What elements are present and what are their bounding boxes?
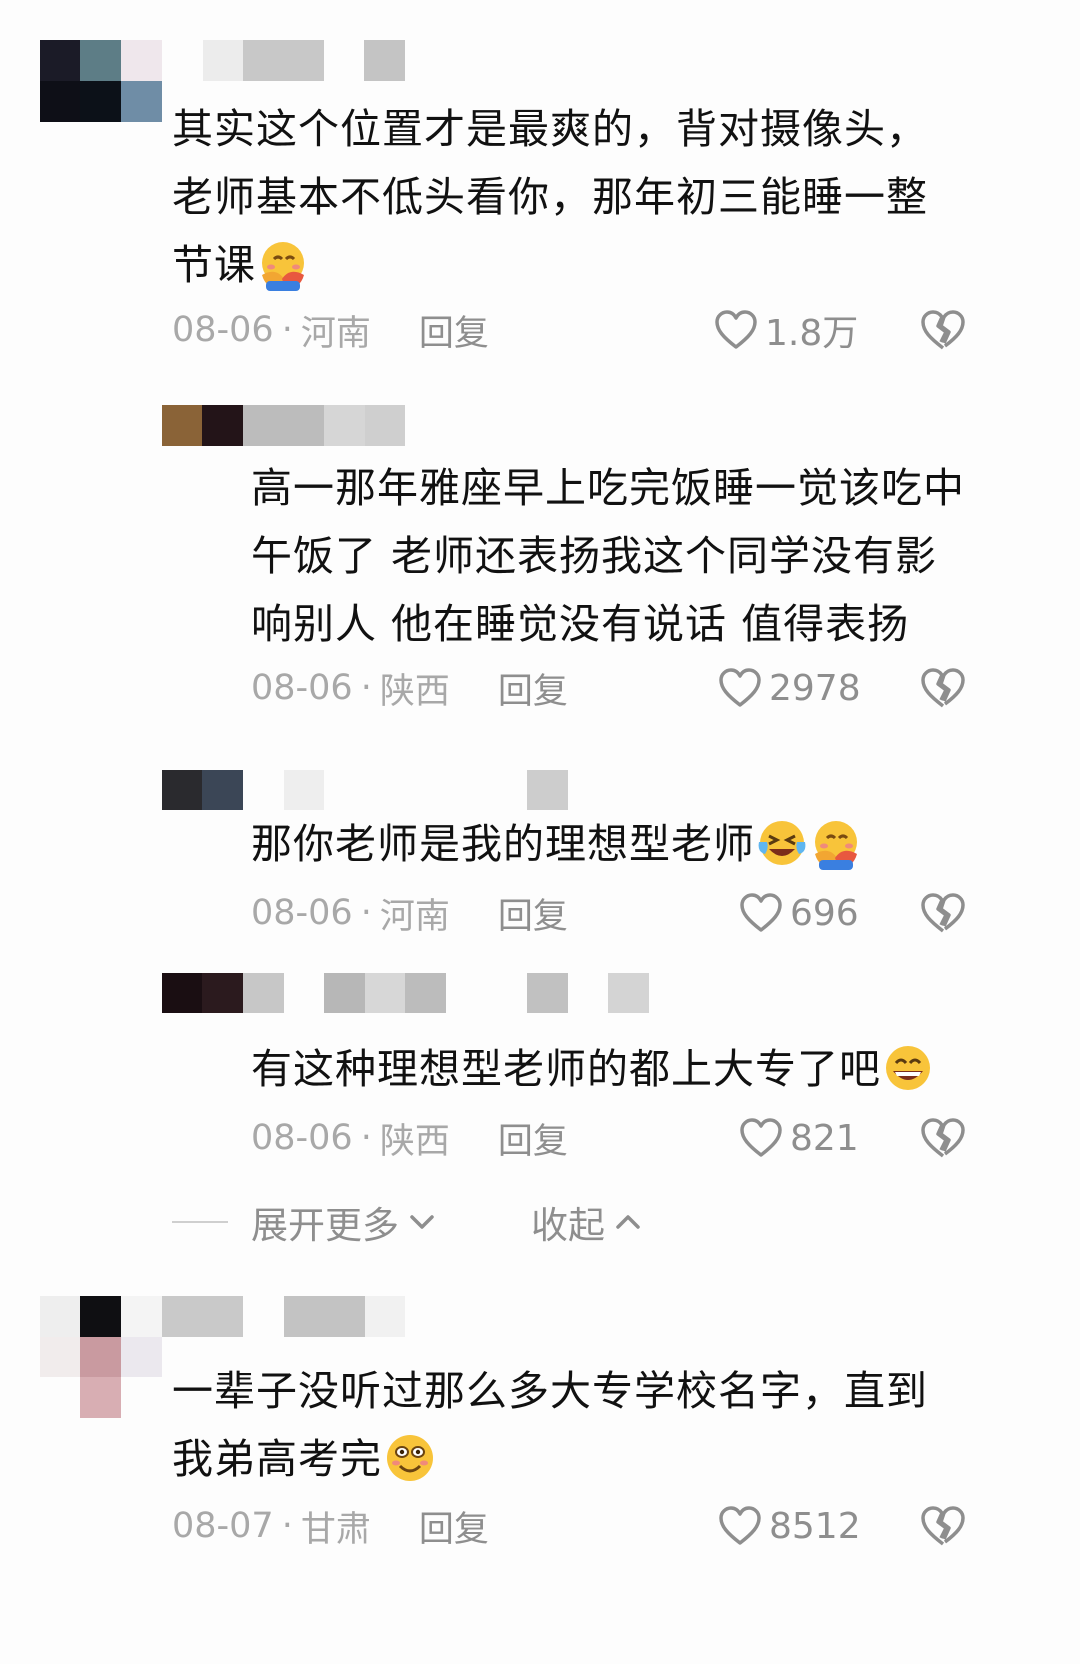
smiling-face-icon — [387, 1435, 433, 1481]
comment-line-wrapper: 节课 — [172, 231, 928, 299]
comment-date: 08-06 — [172, 310, 274, 350]
meta-separator: · — [360, 1118, 372, 1158]
chevron-up-icon — [616, 1215, 640, 1229]
meta-separator: · — [360, 893, 372, 933]
avatar[interactable] — [162, 770, 243, 810]
comment-line: 我弟高考完 — [172, 1435, 382, 1483]
comment-date: 08-06 — [251, 668, 353, 708]
comment-text: 其实这个位置才是最爽的，背对摄像头， 老师基本不低头看你，那年初三能睡一整 节课 — [172, 95, 928, 299]
like-button[interactable]: 821 — [738, 1114, 859, 1162]
comment-meta: 08-06 · 河南 回复 — [251, 889, 568, 937]
comment-location: 河南 — [379, 896, 450, 937]
like-count: 1.8万 — [765, 313, 859, 354]
heart-icon — [740, 1118, 782, 1157]
reply-button[interactable]: 回复 — [498, 888, 568, 939]
comment-meta: 08-06 · 陕西 回复 — [251, 664, 568, 712]
broken-heart-icon[interactable] — [919, 306, 967, 354]
comment-date: 08-07 — [172, 1506, 274, 1546]
reply-button[interactable]: 回复 — [498, 663, 568, 714]
reply-button[interactable]: 回复 — [498, 1113, 568, 1164]
heart-icon — [740, 893, 782, 932]
comment-date: 08-06 — [251, 1118, 353, 1158]
comment-line: 一辈子没听过那么多大专学校名字，直到 — [172, 1367, 928, 1415]
like-count: 821 — [790, 1117, 859, 1159]
comment-line: 节课 — [172, 241, 256, 289]
comment-location: 河南 — [300, 313, 371, 354]
reply-button[interactable]: 回复 — [419, 305, 489, 356]
comment-date: 08-06 — [251, 893, 353, 933]
like-button[interactable]: 2978 — [717, 664, 861, 712]
broken-heart-icon[interactable] — [919, 1114, 967, 1162]
comment-text: 有这种理想型老师的都上大专了吧 — [251, 1035, 935, 1103]
like-button[interactable]: 8512 — [717, 1502, 861, 1550]
comment-text: 一辈子没听过那么多大专学校名字，直到 我弟高考完 — [172, 1357, 928, 1493]
heart-icon — [719, 668, 761, 707]
chevron-down-icon — [410, 1215, 434, 1229]
comment-location: 陕西 — [379, 1121, 450, 1162]
comment-line: 午饭了 老师还表扬我这个同学没有影 — [251, 532, 938, 580]
hugging-face-icon — [815, 821, 857, 870]
comment-line-wrapper: 那你老师是我的理想型老师 — [251, 810, 863, 878]
thread-divider-line — [172, 1221, 228, 1223]
hugging-face-icon — [262, 242, 304, 291]
comment-location: 甘肃 — [300, 1509, 371, 1550]
broken-heart-icon[interactable] — [919, 889, 967, 937]
username-pixelated[interactable] — [162, 1296, 405, 1337]
avatar[interactable] — [162, 405, 243, 446]
username-pixelated[interactable] — [243, 973, 649, 1013]
crying-laughing-icon — [758, 821, 806, 865]
comment-line-wrapper: 我弟高考完 — [172, 1425, 928, 1493]
broken-heart-icon[interactable] — [919, 1502, 967, 1550]
comment-line-wrapper: 有这种理想型老师的都上大专了吧 — [251, 1035, 935, 1103]
heart-icon — [719, 1506, 761, 1545]
avatar[interactable] — [40, 1296, 162, 1418]
like-button[interactable]: 1.8万 — [713, 306, 858, 354]
meta-separator: · — [281, 1506, 293, 1546]
heart-icon — [715, 310, 757, 349]
reply-button[interactable]: 回复 — [419, 1501, 489, 1552]
expand-more-label: 展开更多 — [251, 1204, 399, 1247]
avatar[interactable] — [40, 40, 162, 122]
expand-more-button[interactable]: 展开更多 — [251, 1197, 439, 1247]
collapse-label: 收起 — [531, 1204, 605, 1247]
like-count: 8512 — [769, 1505, 861, 1547]
comment-line: 那你老师是我的理想型老师 — [251, 820, 755, 868]
comment-meta: 08-07 · 甘肃 回复 — [172, 1502, 489, 1550]
comment-meta: 08-06 · 河南 回复 — [172, 306, 489, 354]
comment-meta: 08-06 · 陕西 回复 — [251, 1114, 568, 1162]
comment-text: 那你老师是我的理想型老师 — [251, 810, 863, 878]
username-pixelated[interactable] — [284, 770, 568, 810]
avatar[interactable] — [162, 973, 243, 1013]
like-count: 2978 — [769, 667, 861, 709]
comment-line: 有这种理想型老师的都上大专了吧 — [251, 1045, 881, 1093]
username-pixelated[interactable] — [203, 40, 405, 81]
comment-text: 高一那年雅座早上吃完饭睡一觉该吃中 午饭了 老师还表扬我这个同学没有影 响别人 … — [251, 454, 965, 658]
like-count: 696 — [790, 892, 859, 934]
comment-line: 高一那年雅座早上吃完饭睡一觉该吃中 — [251, 464, 965, 512]
comment-line: 老师基本不低头看你，那年初三能睡一整 — [172, 173, 928, 221]
broken-heart-icon[interactable] — [919, 664, 967, 712]
comment-location: 陕西 — [379, 671, 450, 712]
meta-separator: · — [281, 310, 293, 350]
username-pixelated[interactable] — [243, 405, 405, 446]
collapse-button[interactable]: 收起 — [531, 1197, 645, 1247]
comment-line: 其实这个位置才是最爽的，背对摄像头， — [172, 105, 928, 153]
grinning-face-icon — [886, 1046, 930, 1090]
meta-separator: · — [360, 668, 372, 708]
comment-line: 响别人 他在睡觉没有说话 值得表扬 — [251, 600, 910, 648]
like-button[interactable]: 696 — [738, 889, 859, 937]
